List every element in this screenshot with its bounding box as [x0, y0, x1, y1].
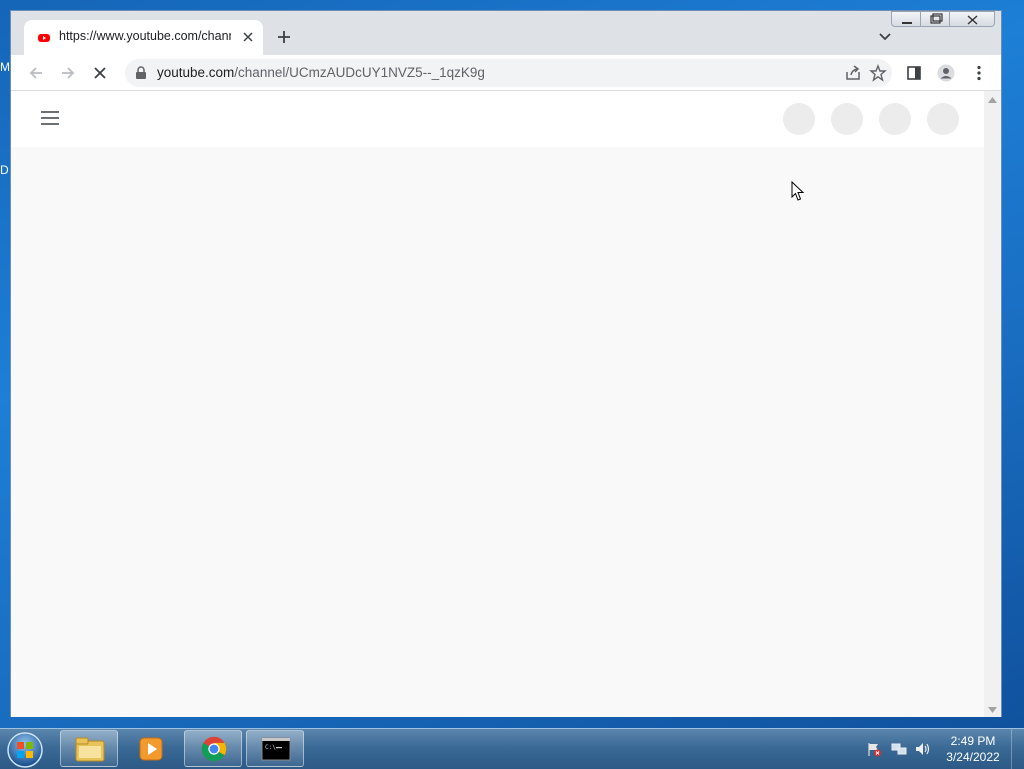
url-host: youtube.com — [157, 65, 235, 80]
page-scrollbar[interactable] — [984, 91, 1001, 717]
header-placeholder-circle — [783, 103, 815, 135]
share-icon[interactable] — [844, 64, 862, 82]
page-viewport — [11, 91, 984, 717]
taskbar-command-prompt[interactable]: C:\ — [246, 730, 304, 767]
clock-time: 2:49 PM — [950, 734, 996, 748]
tab-youtube-channel[interactable]: https://www.youtube.com/channel/UCmzAUDc… — [24, 20, 263, 55]
close-window-button[interactable] — [949, 11, 995, 27]
taskbar: C:\ 2:49 PM 3/24/2022 — [0, 728, 1024, 769]
scroll-up-arrow-icon[interactable] — [988, 97, 997, 103]
stop-loading-icon[interactable] — [91, 64, 109, 82]
chrome-icon — [201, 736, 227, 762]
taskbar-media-player[interactable] — [122, 730, 180, 767]
taskbar-file-explorer[interactable] — [60, 730, 118, 767]
action-center-flag-icon[interactable] — [866, 741, 882, 757]
tab-strip: https://www.youtube.com/channel/UCmzAUDc… — [11, 11, 1001, 55]
youtube-header — [11, 91, 984, 147]
header-placeholder-circle — [831, 103, 863, 135]
scroll-down-arrow-icon[interactable] — [988, 707, 997, 713]
back-arrow-icon[interactable] — [27, 64, 45, 82]
url-path: /channel/UCmzAUDcUY1NVZ5--_1qzK9g — [234, 65, 485, 80]
side-panel-icon[interactable] — [905, 64, 923, 82]
taskbar-chrome[interactable] — [184, 730, 242, 767]
network-icon[interactable] — [891, 741, 907, 757]
address-url: youtube.com/channel/UCmzAUDcUY1NVZ5--_1q… — [157, 65, 485, 80]
tab-title: https://www.youtube.com/channel/UCmzAUDc… — [59, 29, 231, 43]
youtube-favicon-icon — [38, 34, 50, 42]
profile-avatar-icon[interactable] — [937, 64, 955, 82]
desktop-icon-label-d: D — [0, 163, 9, 177]
browser-toolbar: youtube.com/channel/UCmzAUDcUY1NVZ5--_1q… — [11, 55, 1001, 91]
new-tab-icon[interactable] — [273, 26, 295, 48]
system-clock[interactable]: 2:49 PM 3/24/2022 — [938, 733, 1008, 765]
clock-date: 3/24/2022 — [946, 750, 1000, 764]
media-player-icon — [139, 737, 163, 761]
forward-arrow-icon[interactable] — [59, 64, 77, 82]
desktop-icon-label-m: M — [0, 60, 10, 74]
restore-icon — [930, 13, 943, 24]
lock-icon — [136, 66, 146, 79]
volume-icon[interactable] — [915, 741, 931, 757]
header-placeholder-circle — [927, 103, 959, 135]
close-tab-icon[interactable] — [240, 29, 256, 45]
chevron-down-icon[interactable] — [877, 28, 893, 44]
kebab-menu-icon[interactable] — [970, 64, 988, 82]
minimize-button[interactable] — [891, 11, 921, 27]
minimize-icon — [902, 22, 912, 24]
restore-button[interactable] — [920, 11, 950, 27]
command-prompt-icon: C:\ — [261, 737, 291, 761]
window-controls — [891, 11, 995, 29]
svg-text:C:\: C:\ — [265, 744, 276, 751]
start-button-icon[interactable] — [6, 731, 44, 769]
bookmark-star-icon[interactable] — [869, 64, 887, 82]
close-icon — [967, 15, 978, 25]
file-explorer-icon — [75, 737, 105, 762]
show-desktop-button[interactable] — [1011, 729, 1024, 769]
address-bar[interactable]: youtube.com/channel/UCmzAUDcUY1NVZ5--_1q… — [125, 59, 892, 87]
hamburger-menu-icon[interactable] — [40, 110, 60, 126]
header-placeholder-circle — [879, 103, 911, 135]
mouse-cursor-icon — [791, 181, 805, 201]
browser-window: https://www.youtube.com/channel/UCmzAUDc… — [10, 10, 1002, 717]
